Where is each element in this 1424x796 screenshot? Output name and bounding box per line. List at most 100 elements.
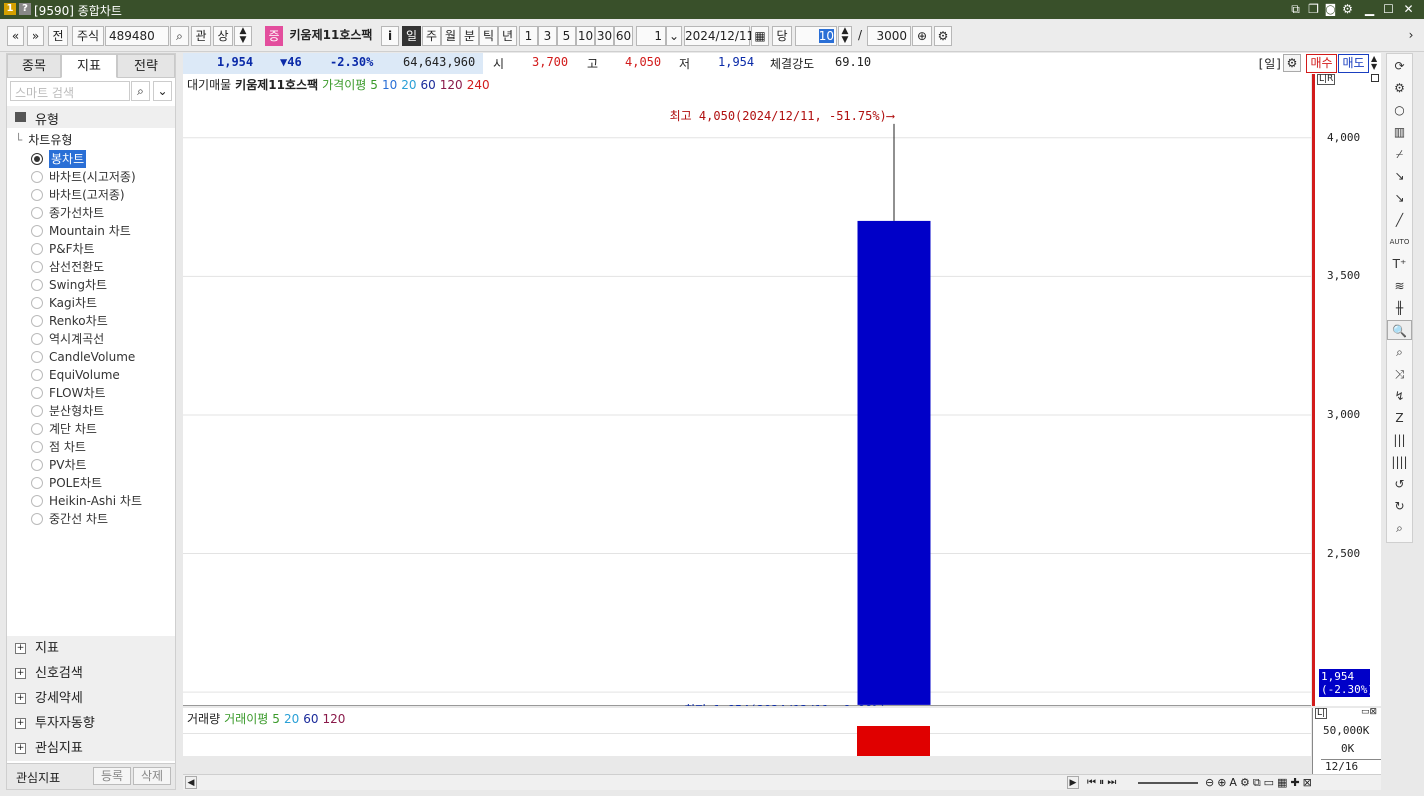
copy-icon[interactable]: ❐ xyxy=(1305,1,1322,17)
zoom-tool-icon[interactable]: 🔍 xyxy=(1387,320,1412,340)
compare-icon[interactable]: ⤨ xyxy=(1387,364,1412,384)
refresh-icon[interactable]: ⟳ xyxy=(1387,56,1412,76)
volume-pane-controls-icon[interactable]: ▭⊠ xyxy=(1361,708,1377,717)
arrow-tool-icon[interactable]: ↯ xyxy=(1387,386,1412,406)
zoom-slider[interactable] xyxy=(1138,782,1198,784)
delete-button[interactable]: 삭제 xyxy=(133,767,171,785)
scroll-right-icon[interactable]: ▶ xyxy=(1067,776,1079,789)
period-tick-tab[interactable]: 틱 xyxy=(479,26,498,46)
section-strength[interactable]: + 강세약세 xyxy=(7,686,175,711)
section-favorites[interactable]: + 관심지표 xyxy=(7,736,175,761)
pane-arrows-icon[interactable]: ▲ ▼ xyxy=(1371,55,1379,71)
section-investor[interactable]: + 투자자동향 xyxy=(7,711,175,736)
candle-icon[interactable]: ╫ xyxy=(1387,298,1412,318)
bottom-scrollbar[interactable]: ◀ ▶ ⏮ ⏸ ⏭ ⊖⊕A⚙⧉▭▦✚⊠ xyxy=(183,774,1381,790)
maximize-icon[interactable]: ☐ xyxy=(1380,1,1397,17)
camera-icon[interactable]: ◙ xyxy=(1322,1,1339,17)
volume-axis-toggle-icon[interactable]: L| xyxy=(1315,708,1328,719)
tab-indicators[interactable]: 지표 xyxy=(61,54,117,78)
period-week-tab[interactable]: 주 xyxy=(422,26,441,46)
tree-root[interactable]: └ 차트유형 xyxy=(15,131,72,148)
minimize-icon[interactable]: ▁ xyxy=(1361,1,1378,17)
price-chart-area[interactable]: 대기매물 키움제11호스팩 가격이평 5 10 20 60 120 240 최고 4,050(2… xyxy=(183,74,1311,706)
help-icon[interactable]: ? xyxy=(19,3,31,15)
period-year-tab[interactable]: 년 xyxy=(498,26,517,46)
gear-icon[interactable]: ⚙ xyxy=(1339,1,1356,17)
tab-strategy[interactable]: 전략 xyxy=(117,54,175,78)
axis-toggle-icon[interactable]: L|R xyxy=(1317,74,1336,85)
vertical-lines-icon[interactable]: ||| xyxy=(1387,430,1412,450)
period-day-tab[interactable]: 일 xyxy=(402,26,421,46)
period-minute-tab[interactable]: 분 xyxy=(460,26,479,46)
updown-spinner-icon[interactable]: ▲ ▼ xyxy=(234,26,252,46)
minute-30-button[interactable]: 30 xyxy=(595,26,614,46)
market-select[interactable]: 주식 xyxy=(72,26,104,46)
search-icon[interactable]: ⌕ xyxy=(1387,518,1412,538)
magnify-list-icon[interactable]: ⌕ xyxy=(1387,342,1412,362)
radio-icon xyxy=(31,243,43,255)
volume-chart-area[interactable]: 거래량 거래이평 5 20 60 120 xyxy=(183,708,1311,756)
tab-stocks[interactable]: 종목 xyxy=(7,54,61,78)
line-tool-icon[interactable]: ⌿ xyxy=(1387,144,1412,164)
minute-10-button[interactable]: 10 xyxy=(576,26,595,46)
diagonal-line-icon[interactable]: ╱ xyxy=(1387,210,1412,230)
info-button[interactable]: i xyxy=(381,26,399,46)
sell-button[interactable]: 매도 xyxy=(1338,54,1369,73)
minute-5-button[interactable]: 5 xyxy=(557,26,576,46)
grid-lines-icon[interactable]: |||| xyxy=(1387,452,1412,472)
auto-trend-icon[interactable]: AUTO xyxy=(1387,232,1412,252)
search-icon[interactable]: ⌕ xyxy=(170,26,189,46)
related-button[interactable]: 상 xyxy=(213,26,233,46)
link-icon[interactable]: ⧉ xyxy=(1287,1,1304,17)
chevron-down-icon[interactable]: ⌄ xyxy=(666,26,682,46)
text-tool-icon[interactable]: T⁺ xyxy=(1387,254,1412,274)
playback-controls[interactable]: ⏮ ⏸ ⏭ xyxy=(1087,775,1116,790)
stock-code-input[interactable]: 489480 xyxy=(105,26,169,46)
ray-line-icon[interactable]: ↘ xyxy=(1387,188,1412,208)
prev-button[interactable]: 전 xyxy=(48,26,68,46)
circle-icon[interactable]: ○ xyxy=(1387,100,1412,120)
zoom-spinner-icon[interactable]: ▲ ▼ xyxy=(838,26,852,46)
more-icon[interactable]: › xyxy=(1404,26,1418,46)
watch-button[interactable]: 관 xyxy=(191,26,211,46)
scroll-left-icon[interactable]: ◀ xyxy=(185,776,197,789)
minute-60-button[interactable]: 60 xyxy=(614,26,633,46)
gear-icon[interactable]: ⚙ xyxy=(1387,78,1412,98)
chevron-down-icon[interactable]: ⌄ xyxy=(153,81,172,101)
expand-icon: + xyxy=(15,743,26,754)
section-indicators[interactable]: + 지표 xyxy=(7,636,175,661)
register-button[interactable]: 등록 xyxy=(93,767,131,785)
close-icon[interactable]: ✕ xyxy=(1400,1,1417,17)
undo-icon[interactable]: ↺ xyxy=(1387,474,1412,494)
smart-search-field[interactable]: 스마트 검색 xyxy=(10,81,130,101)
section-signal-search[interactable]: + 신호검색 xyxy=(7,661,175,686)
period-month-tab[interactable]: 월 xyxy=(441,26,460,46)
chart-settings-icon[interactable]: ⚙ xyxy=(1283,54,1301,72)
window-number-badge[interactable]: 1 xyxy=(4,3,16,15)
zigzag-icon[interactable]: Z xyxy=(1387,408,1412,428)
today-button[interactable]: 당 xyxy=(772,26,792,46)
date-input[interactable]: 2024/12/11 xyxy=(684,26,754,46)
bar-chart-icon[interactable]: ▥ xyxy=(1387,122,1412,142)
calendar-icon[interactable]: ▦ xyxy=(751,26,769,46)
trend-line-icon[interactable]: ↘ xyxy=(1387,166,1412,186)
tree-root-label: 차트유형 xyxy=(28,133,73,147)
zoom-input[interactable]: 10 xyxy=(795,26,837,46)
settings-icon[interactable]: ⚙ xyxy=(934,26,952,46)
search-icon[interactable]: ⌕ xyxy=(131,81,150,101)
expand-icon: + xyxy=(15,693,26,704)
pane-maximize-icon[interactable] xyxy=(1371,74,1379,82)
nav-prev-button[interactable]: « xyxy=(7,26,24,46)
chart-view-controls[interactable]: ⊖⊕A⚙⧉▭▦✚⊠ xyxy=(1205,775,1315,790)
zoom-in-icon[interactable]: ⊕ xyxy=(912,26,932,46)
minute-1-button[interactable]: 1 xyxy=(519,26,538,46)
fibonacci-icon[interactable]: ≋ xyxy=(1387,276,1412,296)
section-type[interactable]: 유형 xyxy=(7,106,175,128)
redo-icon[interactable]: ↻ xyxy=(1387,496,1412,516)
minute-3-button[interactable]: 3 xyxy=(538,26,557,46)
chart-type-label: P&F차트 xyxy=(49,242,95,256)
count-input[interactable]: 1 xyxy=(636,26,666,46)
buy-button[interactable]: 매수 xyxy=(1306,54,1337,73)
total-input[interactable]: 3000 xyxy=(867,26,911,46)
nav-down-button[interactable]: » xyxy=(27,26,44,46)
